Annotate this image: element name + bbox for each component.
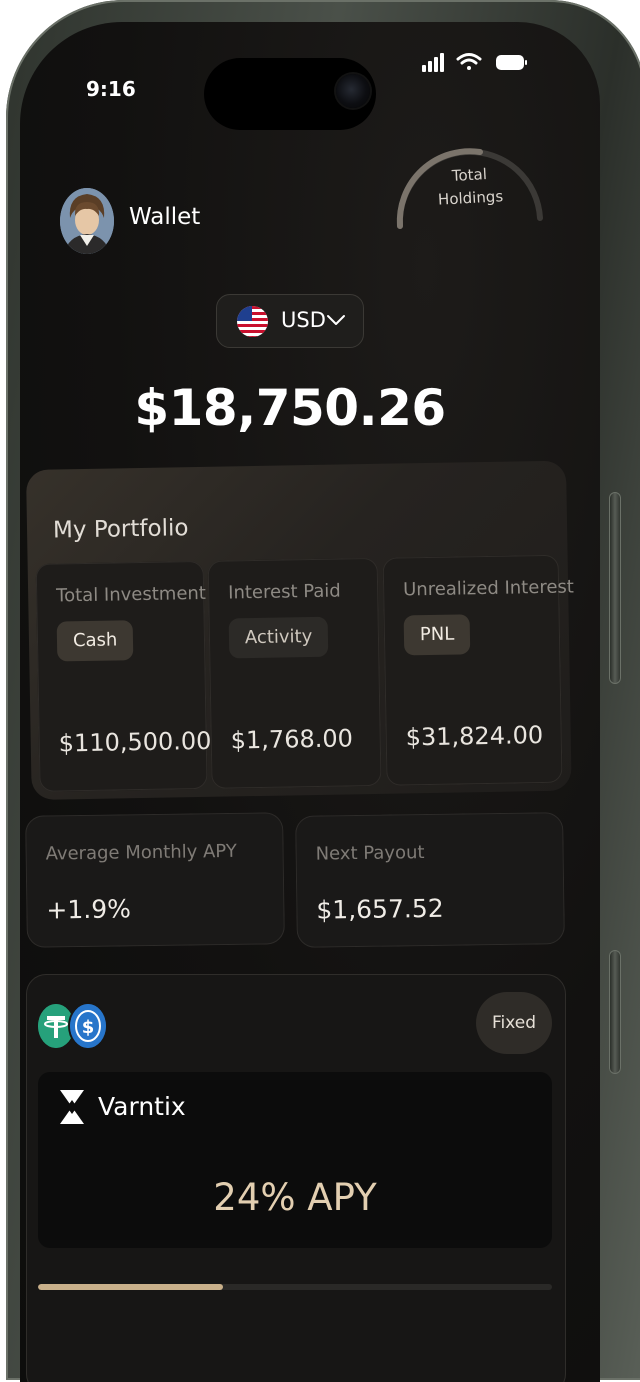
side-button-upper xyxy=(609,492,621,684)
apy-value: 24% APY xyxy=(213,1176,377,1219)
page-title: Wallet xyxy=(129,204,201,230)
item-value: $110,500.00 xyxy=(58,726,212,758)
portfolio-title: My Portfolio xyxy=(52,515,189,544)
usdt-icon xyxy=(38,1004,74,1048)
stat-next-payout[interactable]: Next Payout $1,657.52 xyxy=(295,812,565,948)
phone-screen: 9:16 Wallet Total Holdings USD $18,750.2… xyxy=(20,22,600,1382)
us-flag-icon xyxy=(237,306,268,337)
avatar-portrait xyxy=(60,188,114,254)
usdc-icon: $ xyxy=(70,1004,106,1048)
portfolio-card: My Portfolio Total Investment Cash $110,… xyxy=(26,460,574,800)
battery-icon xyxy=(496,55,527,70)
progress-bar xyxy=(38,1284,552,1290)
portfolio-item-total-investment[interactable]: Total Investment Cash $110,500.00 xyxy=(35,560,212,792)
stat-value: +1.9% xyxy=(46,894,132,925)
chip-pnl[interactable]: PNL xyxy=(403,614,471,656)
side-button-lower xyxy=(609,950,621,1074)
wifi-icon xyxy=(456,53,482,70)
varntix-logo-icon xyxy=(60,1090,84,1124)
item-label: Total Investment xyxy=(56,582,207,607)
status-icons xyxy=(422,53,527,72)
item-label: Interest Paid xyxy=(227,580,341,604)
item-value: $1,768.00 xyxy=(230,724,354,755)
stat-average-apy[interactable]: Average Monthly APY +1.9% xyxy=(25,812,285,948)
stat-value: $1,657.52 xyxy=(316,893,444,925)
chip-activity[interactable]: Activity xyxy=(228,616,329,659)
stat-label: Next Payout xyxy=(315,842,425,865)
portfolio-item-unrealized-interest[interactable]: Unrealized Interest PNL $31,824.00 xyxy=(382,554,574,786)
brand-name: Varntix xyxy=(98,1092,186,1121)
fixed-tag[interactable]: Fixed xyxy=(476,992,552,1054)
portfolio-item-interest-paid[interactable]: Interest Paid Activity $1,768.00 xyxy=(207,557,382,789)
stat-label: Average Monthly APY xyxy=(45,840,237,865)
signal-icon xyxy=(422,53,444,72)
status-time: 9:16 xyxy=(86,77,136,101)
total-balance: $18,750.26 xyxy=(134,379,446,437)
progress-fill xyxy=(38,1284,224,1290)
chip-cash[interactable]: Cash xyxy=(56,620,134,662)
svg-text:$: $ xyxy=(82,1017,95,1038)
user-avatar[interactable] xyxy=(60,188,114,254)
chevron-down-icon xyxy=(327,315,345,325)
product-details: Varntix 24% APY xyxy=(38,1072,552,1248)
gauge-label: Total Holdings xyxy=(419,161,521,212)
product-card[interactable]: $ Fixed Varntix 24% APY xyxy=(26,974,566,1382)
item-label: Unrealized Interest xyxy=(402,576,575,601)
currency-selector[interactable]: USD xyxy=(216,294,364,348)
currency-code: USD xyxy=(281,308,326,332)
camera-lens xyxy=(336,74,370,108)
item-value: $31,824.00 xyxy=(405,721,544,752)
